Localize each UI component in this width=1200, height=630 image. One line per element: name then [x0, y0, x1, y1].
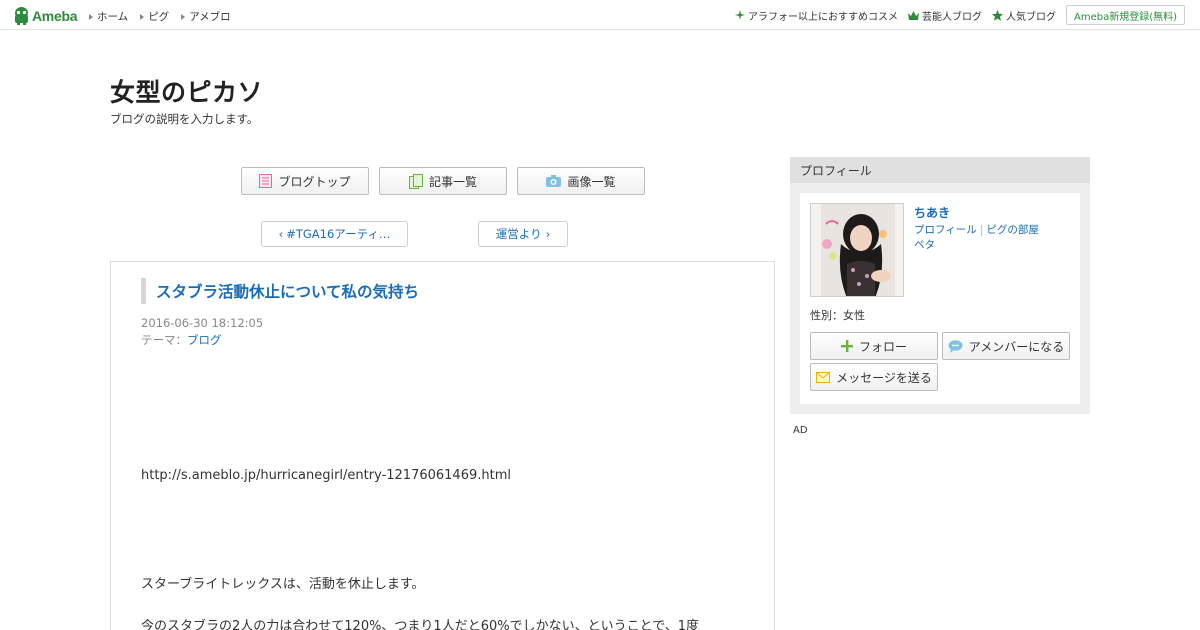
popular-blog-label: 人気ブログ: [1005, 11, 1056, 23]
peta-link[interactable]: ペタ: [914, 239, 935, 251]
arrow-icon: [89, 13, 93, 20]
star-icon: [991, 9, 1003, 21]
crown-icon: [907, 10, 919, 20]
profile-body: ちあき プロフィール | ピグの部屋 ペタ 性別：女性 フォロー アメンバーになる …: [800, 193, 1080, 404]
cosme-link[interactable]: アラフォー以上におすすめコスメ: [734, 8, 898, 23]
register-button[interactable]: Ameba新規登録(無料): [1065, 5, 1185, 25]
entry-theme: テーマ：ブログ: [141, 332, 222, 348]
blog-menu: ブログトップ 記事一覧 画像一覧: [241, 167, 645, 195]
entry-date: 2016-06-30 18:12:05: [141, 316, 264, 330]
prev-entry-button[interactable]: ‹ #TGA16アーティ…: [261, 221, 408, 247]
article-list-button[interactable]: 記事一覧: [379, 167, 507, 195]
image-list-label: 画像一覧: [567, 174, 616, 189]
entry-url-text[interactable]: http://s.ameblo.jp/hurricanegirl/entry-1…: [141, 468, 511, 483]
nav-home-link[interactable]: ホーム: [89, 9, 128, 24]
blog-entry: スタブラ活動休止について私の気持ち 2016-06-30 18:12:05 テー…: [110, 261, 775, 630]
prev-entry-label: #TGA16アーティ…: [286, 227, 391, 241]
profile-link[interactable]: プロフィール: [914, 224, 977, 236]
image-list-button[interactable]: 画像一覧: [517, 167, 645, 195]
avatar[interactable]: [810, 203, 904, 297]
pigg-room-link[interactable]: ピグの部屋: [986, 224, 1039, 236]
article-list-label: 記事一覧: [428, 174, 477, 189]
entry-theme-prefix: テーマ：: [141, 333, 187, 347]
profile-widget: プロフィール ちあき プロフィール | ピグの部屋 ペタ 性別：女性 フォロー …: [790, 157, 1090, 414]
chevron-left-icon: ‹: [278, 227, 284, 241]
document-icon: [259, 174, 273, 188]
celebrity-blog-label: 芸能人ブログ: [921, 11, 982, 23]
ameba-logo[interactable]: Ameba: [13, 6, 77, 25]
next-entry-button[interactable]: 運営より ›: [478, 221, 568, 247]
plus-icon: [840, 340, 853, 352]
profile-name[interactable]: ちあき: [914, 204, 950, 221]
profile-header: プロフィール: [790, 157, 1090, 183]
camera-icon: [546, 175, 562, 187]
entry-paragraph: 今のスタブラの2人の力は合わせて120%、つまり1人だと60%でしかない、という…: [141, 619, 699, 630]
link-separator: |: [979, 224, 984, 236]
global-header: Ameba ホーム ピグ アメブロ アラフォー以上におすすめコスメ 芸能人ブログ…: [0, 0, 1200, 30]
nav-ameblo-label: アメブロ: [189, 11, 231, 23]
nav-pigg-label: ピグ: [148, 11, 170, 23]
amember-label: アメンバーになる: [968, 339, 1065, 354]
nav-home-label: ホーム: [97, 11, 129, 23]
header-right: アラフォー以上におすすめコスメ 芸能人ブログ 人気ブログ Ameba新規登録(無…: [734, 5, 1185, 25]
profile-links: プロフィール | ピグの部屋 ペタ: [914, 223, 1064, 253]
arrow-icon: [181, 13, 186, 20]
ad-label: AD: [793, 425, 808, 436]
cosme-link-label: アラフォー以上におすすめコスメ: [747, 11, 898, 23]
next-entry-label: 運営より: [495, 227, 542, 241]
nav-pigg-link[interactable]: ピグ: [140, 9, 169, 24]
celebrity-blog-link[interactable]: 芸能人ブログ: [907, 8, 982, 23]
follow-label: フォロー: [858, 339, 907, 354]
entry-title[interactable]: スタブラ活動休止について私の気持ち: [141, 278, 419, 304]
entry-theme-link[interactable]: ブログ: [187, 333, 222, 347]
blog-description: ブログの説明を入力します。: [110, 112, 259, 126]
blog-title[interactable]: 女型のピカソ: [110, 73, 263, 109]
entry-paragraph: スターブライトレックスは、活動を休止します。: [141, 577, 425, 592]
blog-top-label: ブログトップ: [278, 174, 351, 189]
avatar-image: [811, 204, 903, 296]
nav-ameblo-link[interactable]: アメブロ: [181, 9, 231, 24]
envelope-icon: [816, 371, 831, 383]
popular-blog-link[interactable]: 人気ブログ: [991, 8, 1056, 23]
profile-gender: 性別：女性: [810, 309, 865, 322]
arrow-icon: [140, 13, 145, 20]
speech-bubble-icon: [948, 339, 963, 353]
amember-button[interactable]: アメンバーになる: [942, 332, 1070, 360]
pages-icon: [408, 173, 423, 189]
send-message-label: メッセージを送る: [836, 370, 932, 385]
logo-text: Ameba: [32, 7, 78, 24]
chevron-right-icon: ›: [545, 227, 551, 241]
global-nav: ホーム ピグ アメブロ: [89, 9, 243, 24]
sparkle-icon: [734, 10, 745, 20]
ameba-logo-icon: [15, 7, 28, 25]
blog-top-button[interactable]: ブログトップ: [241, 167, 369, 195]
follow-button[interactable]: フォロー: [810, 332, 938, 360]
send-message-button[interactable]: メッセージを送る: [810, 363, 938, 391]
